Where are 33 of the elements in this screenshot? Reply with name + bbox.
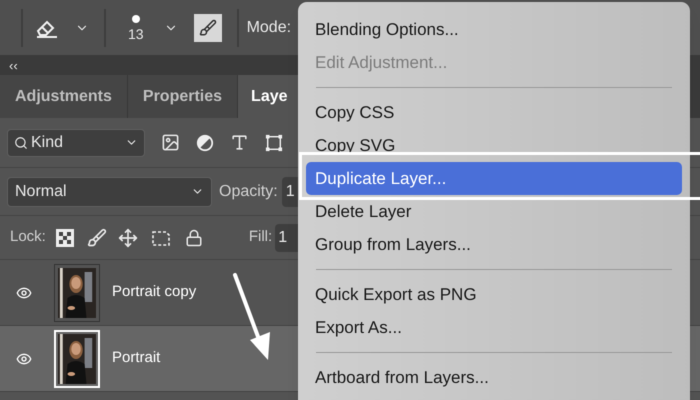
brush-icon xyxy=(198,18,217,36)
fill-label: Fill: xyxy=(248,227,272,248)
image-filter-icon[interactable] xyxy=(161,133,180,152)
blend-mode-dropdown[interactable]: Normal xyxy=(7,176,212,206)
panel-tab[interactable]: Properties xyxy=(128,75,238,118)
menu-item[interactable]: Group from Layers... xyxy=(306,228,682,261)
layer-name: Portrait xyxy=(112,348,160,368)
brush-tip-icon[interactable] xyxy=(132,14,140,22)
lock-all-icon[interactable] xyxy=(184,228,203,246)
opacity-label: Opacity: xyxy=(219,182,278,202)
collapse-toggle[interactable]: ‹‹ xyxy=(9,58,18,72)
shape-filter-icon[interactable] xyxy=(265,134,283,152)
fill-field[interactable]: 1 xyxy=(275,224,300,252)
lock-position-icon[interactable] xyxy=(118,228,138,248)
panel-tab[interactable]: Adjustments xyxy=(0,75,128,118)
brush-size: 13 xyxy=(128,26,144,40)
lock-pixels-icon[interactable] xyxy=(86,228,107,248)
brush-panel-button[interactable] xyxy=(194,14,222,42)
filter-dropdown[interactable]: Kind xyxy=(7,128,145,156)
menu-item[interactable]: Copy CSS xyxy=(306,96,682,129)
search-icon xyxy=(14,136,28,150)
menu-item[interactable]: Quick Export as PNG xyxy=(306,278,682,311)
lock-transparency-icon[interactable] xyxy=(56,228,74,246)
adjustment-filter-icon[interactable] xyxy=(196,134,214,152)
mode-label: Mode: xyxy=(246,18,292,38)
menu-item[interactable]: Export As... xyxy=(306,311,682,344)
type-filter-icon[interactable] xyxy=(230,133,249,152)
panel-tab[interactable]: Laye xyxy=(238,75,301,118)
menu-item[interactable]: Duplicate Layer... xyxy=(306,162,682,195)
menu-item[interactable]: Artboard from Layers... xyxy=(306,361,682,394)
lock-label: Lock: xyxy=(10,227,46,248)
layer-name: Portrait copy xyxy=(112,282,196,302)
menu-item[interactable]: Blending Options... xyxy=(306,13,682,46)
